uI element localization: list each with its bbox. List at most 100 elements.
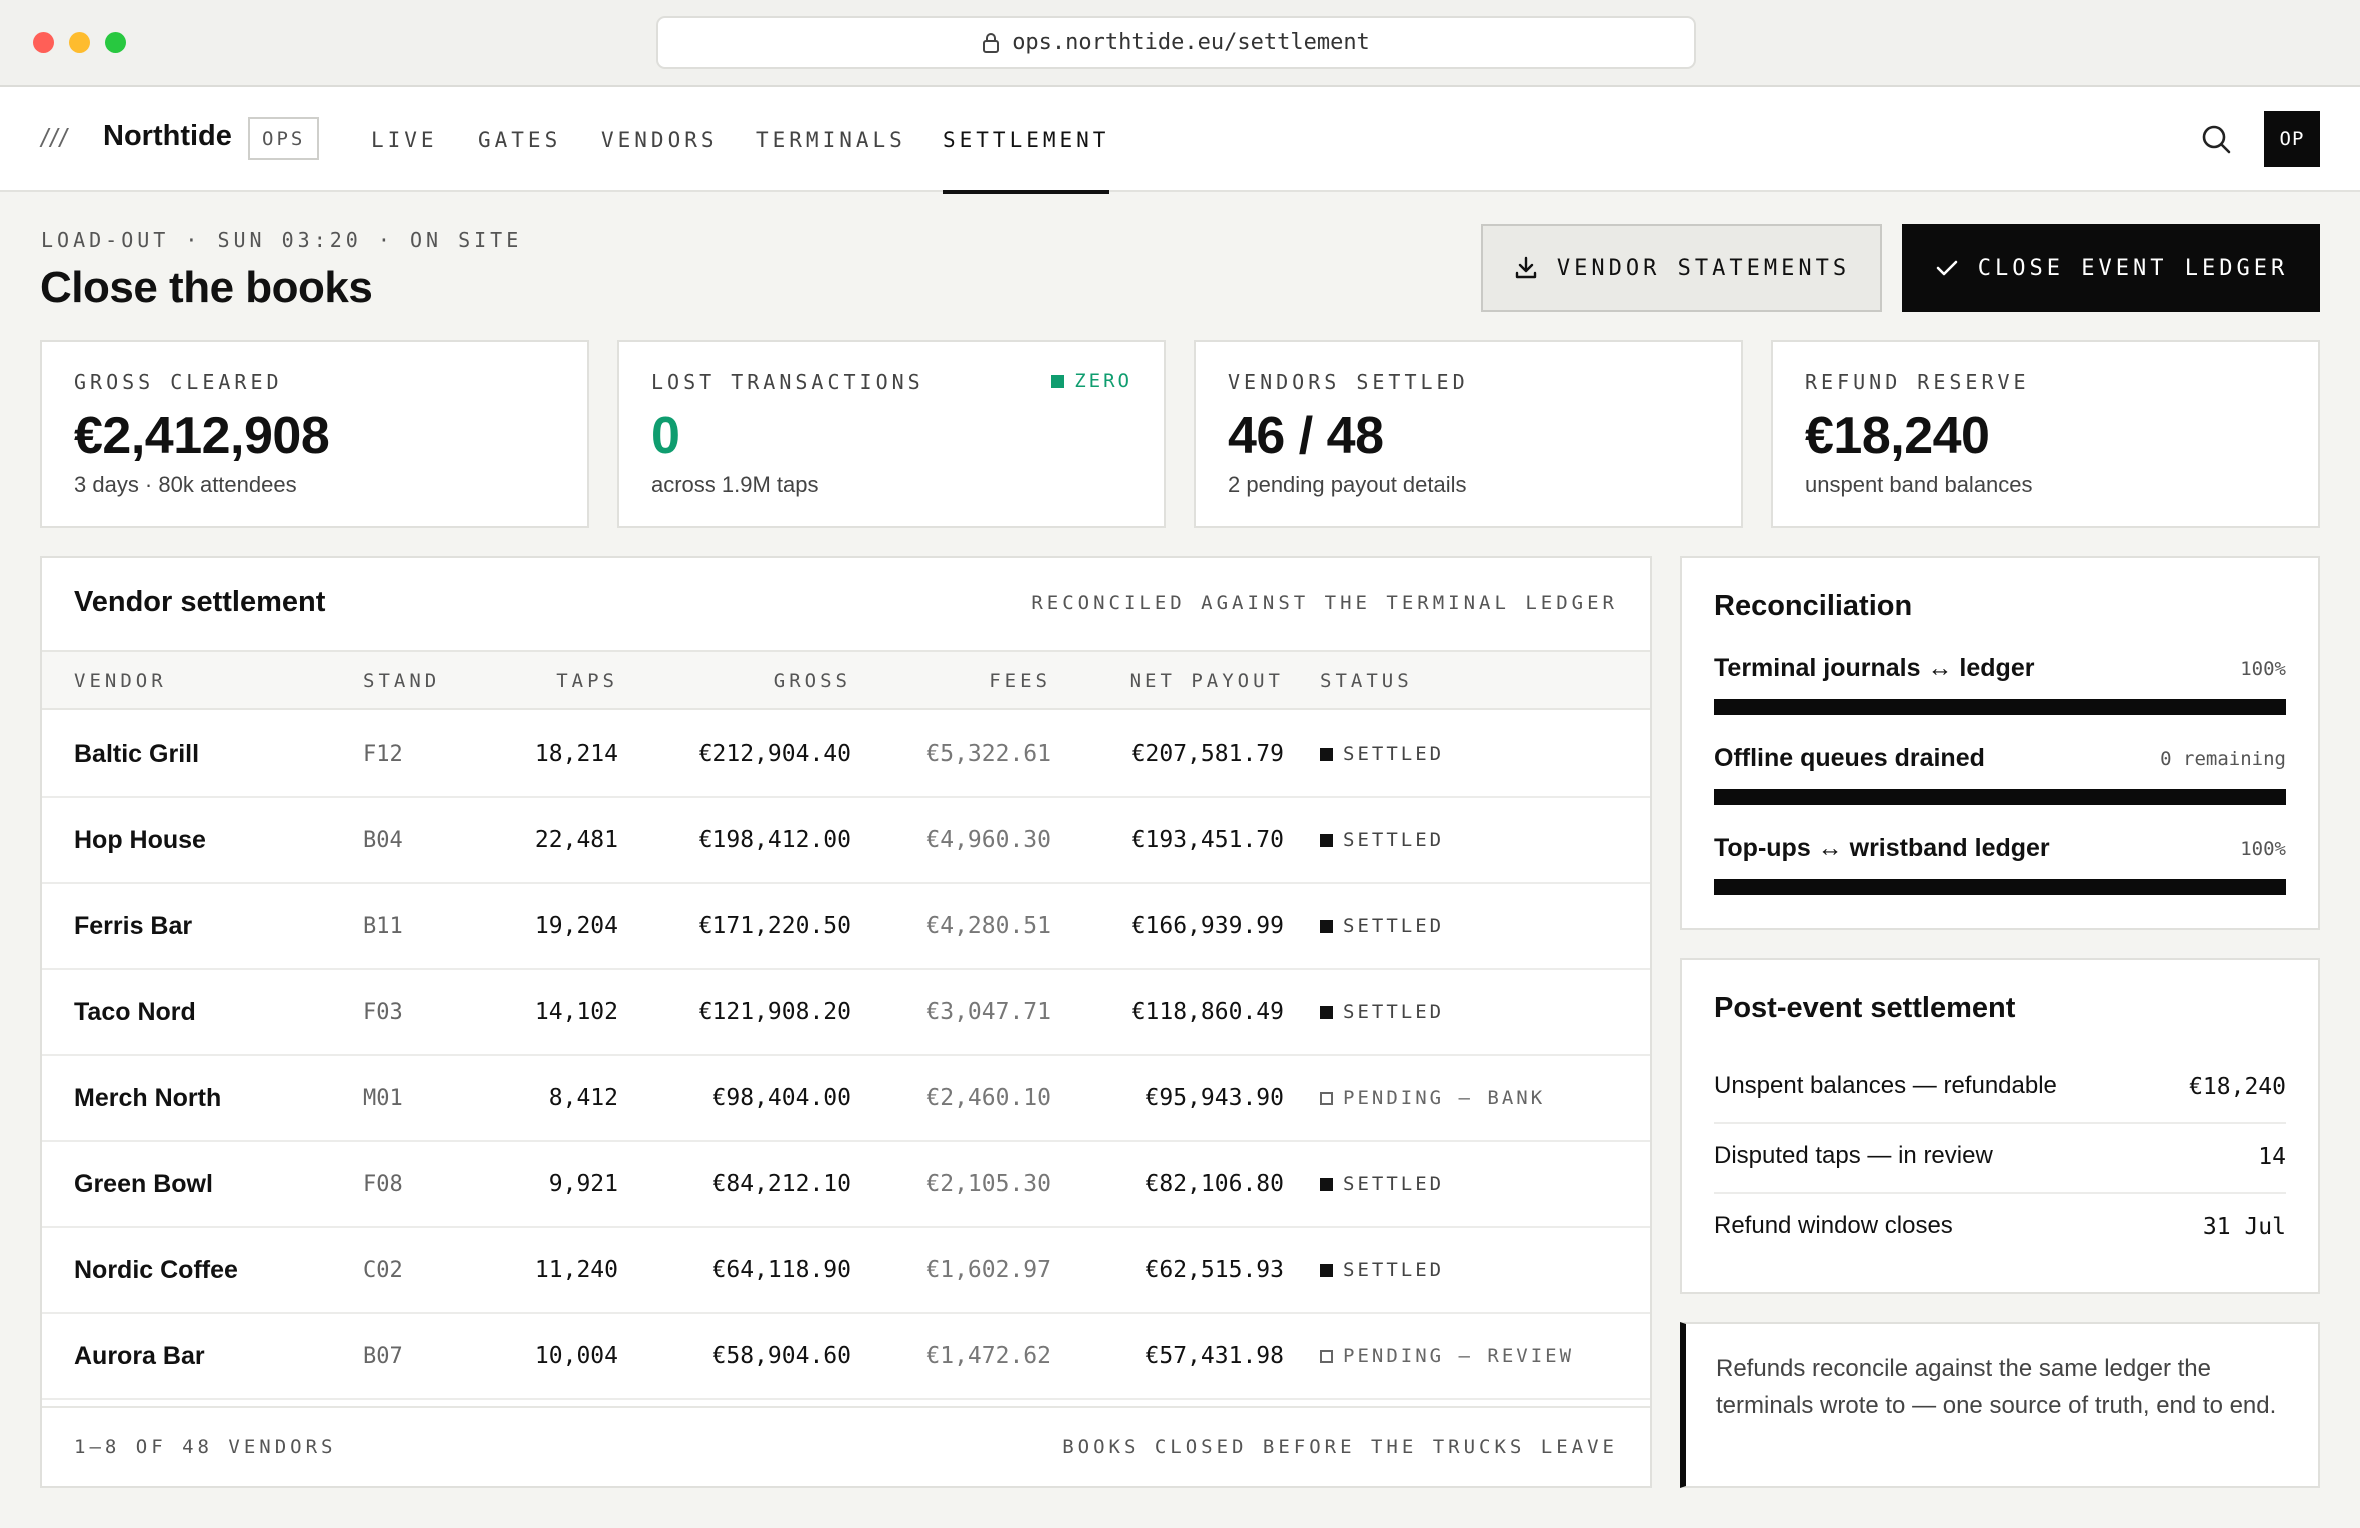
vendor-settlement-panel: Vendor settlement RECONCILED AGAINST THE… (40, 556, 1652, 1488)
minimize-window-button[interactable] (69, 32, 90, 53)
recon-value: 100% (2240, 838, 2286, 860)
gross-value: €198,412.00 (698, 827, 851, 853)
table-row[interactable]: Nordic Coffee C02 11,240 €64,118.90 €1,602.9… (42, 1228, 1650, 1314)
progress-fill (1714, 879, 2286, 895)
gross-value: €98,404.00 (712, 1085, 851, 1111)
table-row[interactable]: Aurora Bar B07 10,004 €58,904.60 €1,472.62 €5… (42, 1314, 1650, 1400)
filled-square-icon (1320, 1005, 1333, 1019)
kpi-refund-reserve: REFUND RESERVE €18,240 unspent band bala… (1771, 340, 2320, 528)
fees-value: €2,105.30 (926, 1171, 1051, 1197)
recon-label: Terminal journals ↔ ledger (1714, 654, 2035, 682)
stand-code: M01 (363, 1085, 403, 1111)
fees-value: €5,322.61 (926, 741, 1051, 767)
column-header-vendor[interactable]: VENDOR (74, 652, 167, 710)
net-payout-value: €166,939.99 (1131, 913, 1284, 939)
vendor-statements-button[interactable]: VENDOR STATEMENTS (1481, 224, 1882, 312)
net-payout-value: €193,451.70 (1131, 827, 1284, 853)
table-row[interactable]: Merch North M01 8,412 €98,404.00 €2,460.10 €9… (42, 1056, 1650, 1142)
gross-value: €121,908.20 (698, 999, 851, 1025)
table-row[interactable]: Baltic Grill F12 18,214 €212,904.40 €5,322.6… (42, 712, 1650, 798)
kpi-gross-cleared: GROSS CLEARED €2,412,908 3 days · 80k at… (40, 340, 589, 528)
tab-live[interactable]: LIVE (371, 87, 438, 192)
panel-meta: RECONCILED AGAINST THE TERMINAL LEDGER (1031, 592, 1618, 614)
stand-code: C02 (363, 1257, 403, 1283)
maximize-window-button[interactable] (105, 32, 126, 53)
column-header-fees[interactable]: FEES (989, 652, 1051, 710)
gross-value: €171,220.50 (698, 913, 851, 939)
table-header: VENDOR STAND TAPS GROSS FEES NET PAYOUT … (42, 650, 1650, 710)
vendor-name: Hop House (74, 825, 206, 854)
taps-value: 9,921 (548, 1171, 618, 1197)
taps-value: 11,240 (534, 1257, 618, 1283)
kpi-value: 46 / 48 (1228, 407, 1384, 465)
info-note: Refunds reconcile against the same ledge… (1680, 1322, 2320, 1488)
zero-status-badge: ZERO (1051, 370, 1132, 392)
taps-value: 10,004 (534, 1343, 618, 1369)
kpi-label: GROSS CLEARED (74, 370, 283, 394)
kpi-value: €18,240 (1805, 407, 1990, 465)
pagination-info: 1–8 OF 48 VENDORS (74, 1436, 337, 1458)
column-header-gross[interactable]: GROSS (774, 652, 851, 710)
status-badge: SETTLED (1320, 1142, 1444, 1226)
address-bar[interactable]: ops.northtide.eu/settlement (656, 16, 1696, 69)
close-window-button[interactable] (33, 32, 54, 53)
table-row[interactable]: Green Bowl F08 9,921 €84,212.10 €2,105.30 €82… (42, 1142, 1650, 1228)
tab-gates[interactable]: GATES (478, 87, 561, 192)
status-label: PENDING – BANK (1343, 1087, 1546, 1109)
vendor-statements-label: VENDOR STATEMENTS (1556, 255, 1851, 281)
post-value: 31 Jul (2202, 1214, 2286, 1240)
status-label: SETTLED (1343, 743, 1445, 765)
browser-titlebar: ops.northtide.eu/settlement (0, 0, 2360, 87)
kpi-subtext: 3 days · 80k attendees (74, 472, 297, 497)
panel-title: Vendor settlement (74, 586, 326, 618)
search-icon[interactable] (2200, 123, 2232, 155)
tab-vendors[interactable]: VENDORS (601, 87, 718, 192)
zero-status-label: ZERO (1074, 370, 1132, 392)
tab-settlement[interactable]: SETTLEMENT (943, 87, 1110, 194)
status-badge: SETTLED (1320, 1228, 1444, 1312)
status-label: SETTLED (1343, 829, 1445, 851)
footer-note: BOOKS CLOSED BEFORE THE TRUCKS LEAVE (1062, 1436, 1618, 1458)
reconciliation-panel: Reconciliation Terminal journals ↔ ledge… (1680, 556, 2320, 930)
filled-square-icon (1320, 1263, 1333, 1277)
hollow-square-icon (1320, 1349, 1333, 1363)
table-row[interactable]: Taco Nord F03 14,102 €121,908.20 €3,047.71 €1… (42, 970, 1650, 1056)
net-payout-value: €57,431.98 (1145, 1343, 1284, 1369)
column-header-status[interactable]: STATUS (1320, 652, 1413, 710)
net-payout-value: €82,106.80 (1145, 1171, 1284, 1197)
table-row[interactable]: Ferris Bar B11 19,204 €171,220.50 €4,280.51 €… (42, 884, 1650, 970)
net-payout-value: €118,860.49 (1131, 999, 1284, 1025)
status-label: SETTLED (1343, 1173, 1445, 1195)
filled-square-icon (1320, 919, 1333, 933)
status-badge: SETTLED (1320, 712, 1444, 796)
kpi-lost-transactions: LOST TRANSACTIONS ZERO 0 across 1.9M tap… (617, 340, 1166, 528)
vendor-name: Merch North (74, 1083, 222, 1112)
column-header-stand[interactable]: STAND (363, 652, 440, 710)
column-header-net-payout[interactable]: NET PAYOUT (1130, 652, 1284, 710)
vendor-name: Taco Nord (74, 997, 196, 1026)
stand-code: B07 (363, 1343, 403, 1369)
kpi-value: 0 (651, 407, 680, 465)
vendor-name: Aurora Bar (74, 1341, 205, 1370)
close-event-ledger-button[interactable]: CLOSE EVENT LEDGER (1902, 224, 2320, 312)
filled-square-icon (1320, 833, 1333, 847)
brand-mark: /// (41, 123, 69, 153)
column-header-taps[interactable]: TAPS (556, 652, 618, 710)
url-text: ops.northtide.eu/settlement (1012, 30, 1370, 55)
net-payout-value: €95,943.90 (1145, 1085, 1284, 1111)
tab-terminals[interactable]: TERMINALS (756, 87, 906, 192)
recon-value: 100% (2240, 658, 2286, 680)
progress-bar (1714, 879, 2286, 895)
brand-name[interactable]: Northtide (103, 120, 232, 153)
avatar[interactable]: OP (2264, 111, 2320, 167)
kpi-label: LOST TRANSACTIONS (651, 370, 924, 394)
status-badge: SETTLED (1320, 798, 1444, 882)
panel-title: Reconciliation (1714, 590, 1913, 622)
brand-badge: OPS (248, 117, 320, 160)
status-label: SETTLED (1343, 1259, 1445, 1281)
recon-value: 0 remaining (2160, 748, 2286, 770)
progress-bar (1714, 699, 2286, 715)
progress-fill (1714, 789, 2286, 805)
table-row[interactable]: Hop House B04 22,481 €198,412.00 €4,960.30 €1… (42, 798, 1650, 884)
net-payout-value: €62,515.93 (1145, 1257, 1284, 1283)
